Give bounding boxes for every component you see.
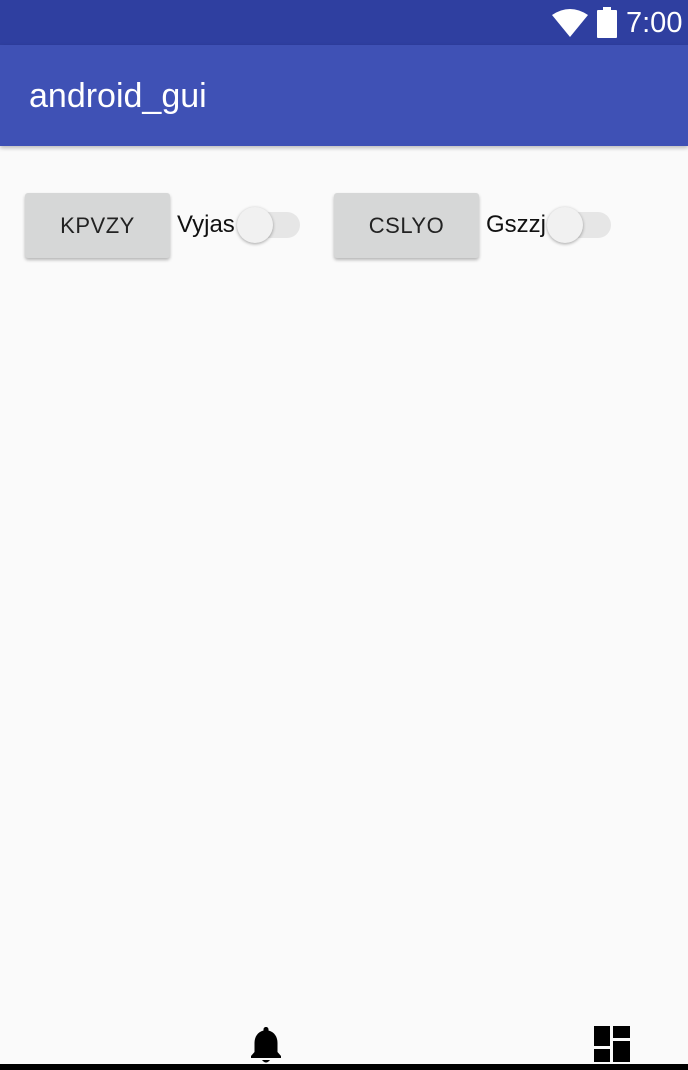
battery-icon xyxy=(597,7,617,38)
bell-icon[interactable] xyxy=(249,1025,283,1065)
app-title: android_gui xyxy=(29,77,207,115)
dashboard-icon[interactable] xyxy=(594,1026,630,1062)
cslyo-button[interactable]: CSLYO xyxy=(334,193,479,258)
bottom-bar xyxy=(0,1064,688,1070)
kpvzy-button[interactable]: KPVZY xyxy=(25,193,170,258)
status-clock: 7:00 xyxy=(626,7,683,39)
status-bar: 7:00 xyxy=(0,0,688,45)
vyjas-switch-label: Vyjas xyxy=(177,211,235,238)
vyjas-switch-thumb[interactable] xyxy=(237,207,273,243)
app-bar: android_gui xyxy=(0,45,688,146)
gszzj-switch-thumb[interactable] xyxy=(547,207,583,243)
gszzj-switch-label: Gszzj xyxy=(486,211,546,238)
wifi-icon xyxy=(552,9,588,37)
